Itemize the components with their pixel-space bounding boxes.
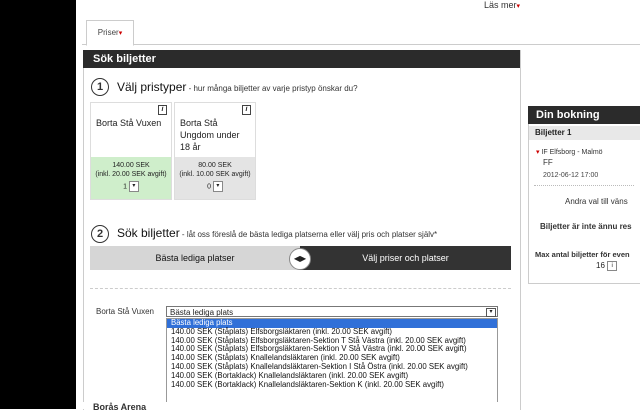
booking-title: Din bokning	[528, 106, 640, 124]
price-type-name: Borta Stå Vuxen	[96, 118, 162, 128]
step-1-subtitle: - hur många biljetter av varje pristyp ö…	[186, 84, 358, 93]
seat-row-label: Borta Stå Vuxen	[96, 307, 154, 316]
booking-subtitle: Biljetter 1	[529, 126, 640, 140]
chevron-down-icon: ▾	[486, 308, 496, 317]
max-tickets-value: 16	[596, 261, 605, 271]
step-1-title: Välj pristyper	[117, 80, 187, 94]
search-mode-toggle: Bästa lediga platser Välj priser och pla…	[90, 246, 511, 270]
chevron-down-icon: ▾	[516, 3, 521, 10]
chevron-down-icon: ▾	[118, 30, 123, 37]
las-mer-label: Läs mer	[484, 0, 517, 10]
price-box: 140.00 SEK (inkl. 20.00 SEK avgift) 1 ▾	[91, 157, 171, 199]
price-type-card-ungdom[interactable]: Borta Stå Ungdom under 18 år i 80.00 SEK…	[174, 102, 256, 200]
tab-priser-label: Priser	[97, 28, 119, 37]
page-left-margin	[0, 0, 76, 409]
tab-priser[interactable]: Priser▾	[86, 20, 134, 46]
seat-dropdown-list: Bästa lediga plats 140.00 SEK (Ståplats)…	[166, 318, 498, 409]
tab-row	[82, 18, 640, 45]
chevron-down-icon: ▾	[128, 181, 139, 192]
booking-match-name: IF Elfsborg - Malmö	[541, 149, 603, 156]
price-value: 140.00 SEK	[112, 162, 150, 169]
info-icon[interactable]: i	[158, 105, 167, 115]
booking-note-2: Biljetter är inte ännu res	[540, 222, 632, 231]
price-box: 80.00 SEK (inkl. 10.00 SEK avgift) 0 ▾	[175, 157, 255, 199]
best-seats-option[interactable]: Bästa lediga platser	[90, 246, 300, 270]
quantity-select[interactable]: 0 ▾	[207, 181, 223, 192]
divider	[534, 185, 634, 186]
venue-heading: Borås Arena	[93, 402, 147, 412]
price-fee: (inkl. 20.00 SEK avgift)	[95, 171, 167, 178]
toggle-arrows-icon[interactable]: ◀▶	[289, 248, 311, 270]
step-2-title: Sök biljetter	[117, 226, 180, 240]
price-type-card-vuxen[interactable]: Borta Stå Vuxen i 140.00 SEK (inkl. 20.0…	[90, 102, 172, 200]
quantity-value: 0	[207, 183, 211, 191]
choose-prices-option[interactable]: Välj priser och platser	[300, 246, 511, 270]
chevron-down-icon: ▾	[536, 149, 540, 156]
price-fee: (inkl. 10.00 SEK avgift)	[179, 171, 251, 178]
price-value: 80.00 SEK	[198, 162, 232, 169]
info-icon[interactable]: i	[607, 261, 618, 271]
booking-note-3: Max antal biljetter för even	[535, 250, 630, 259]
booking-date: 2012-06-12 17:00	[543, 172, 599, 179]
quantity-select[interactable]: 1 ▾	[123, 181, 139, 192]
panel-title: Sök biljetter	[83, 50, 520, 68]
info-icon[interactable]: i	[242, 105, 251, 115]
booking-match[interactable]: ▾ IF Elfsborg - Malmö	[536, 148, 603, 156]
booking-match-cont: FF	[543, 158, 553, 167]
divider	[90, 288, 511, 289]
step-2-subtitle: - låt oss föreslå de bästa lediga platse…	[179, 230, 438, 239]
top-bar	[76, 0, 640, 16]
booking-note-1: Andra val till väns	[565, 197, 628, 206]
seat-select[interactable]: Bästa lediga plats ▾	[166, 306, 498, 317]
seat-select-value: Bästa lediga plats	[170, 308, 234, 317]
step-1-number: 1	[91, 78, 109, 96]
max-tickets: 16 i	[596, 261, 618, 271]
step-1-heading: Välj pristyper - hur många biljetter av …	[117, 80, 358, 94]
step-2-heading: Sök biljetter - låt oss föreslå de bästa…	[117, 226, 437, 240]
price-type-name: Borta Stå Ungdom under 18 år	[180, 118, 240, 152]
chevron-down-icon: ▾	[212, 181, 223, 192]
quantity-value: 1	[123, 183, 127, 191]
dropdown-option[interactable]: 140.00 SEK (Bortaklack) Knallelandsläkta…	[167, 380, 497, 390]
las-mer-link[interactable]: Läs mer▾	[484, 0, 520, 10]
step-2-number: 2	[91, 225, 109, 243]
